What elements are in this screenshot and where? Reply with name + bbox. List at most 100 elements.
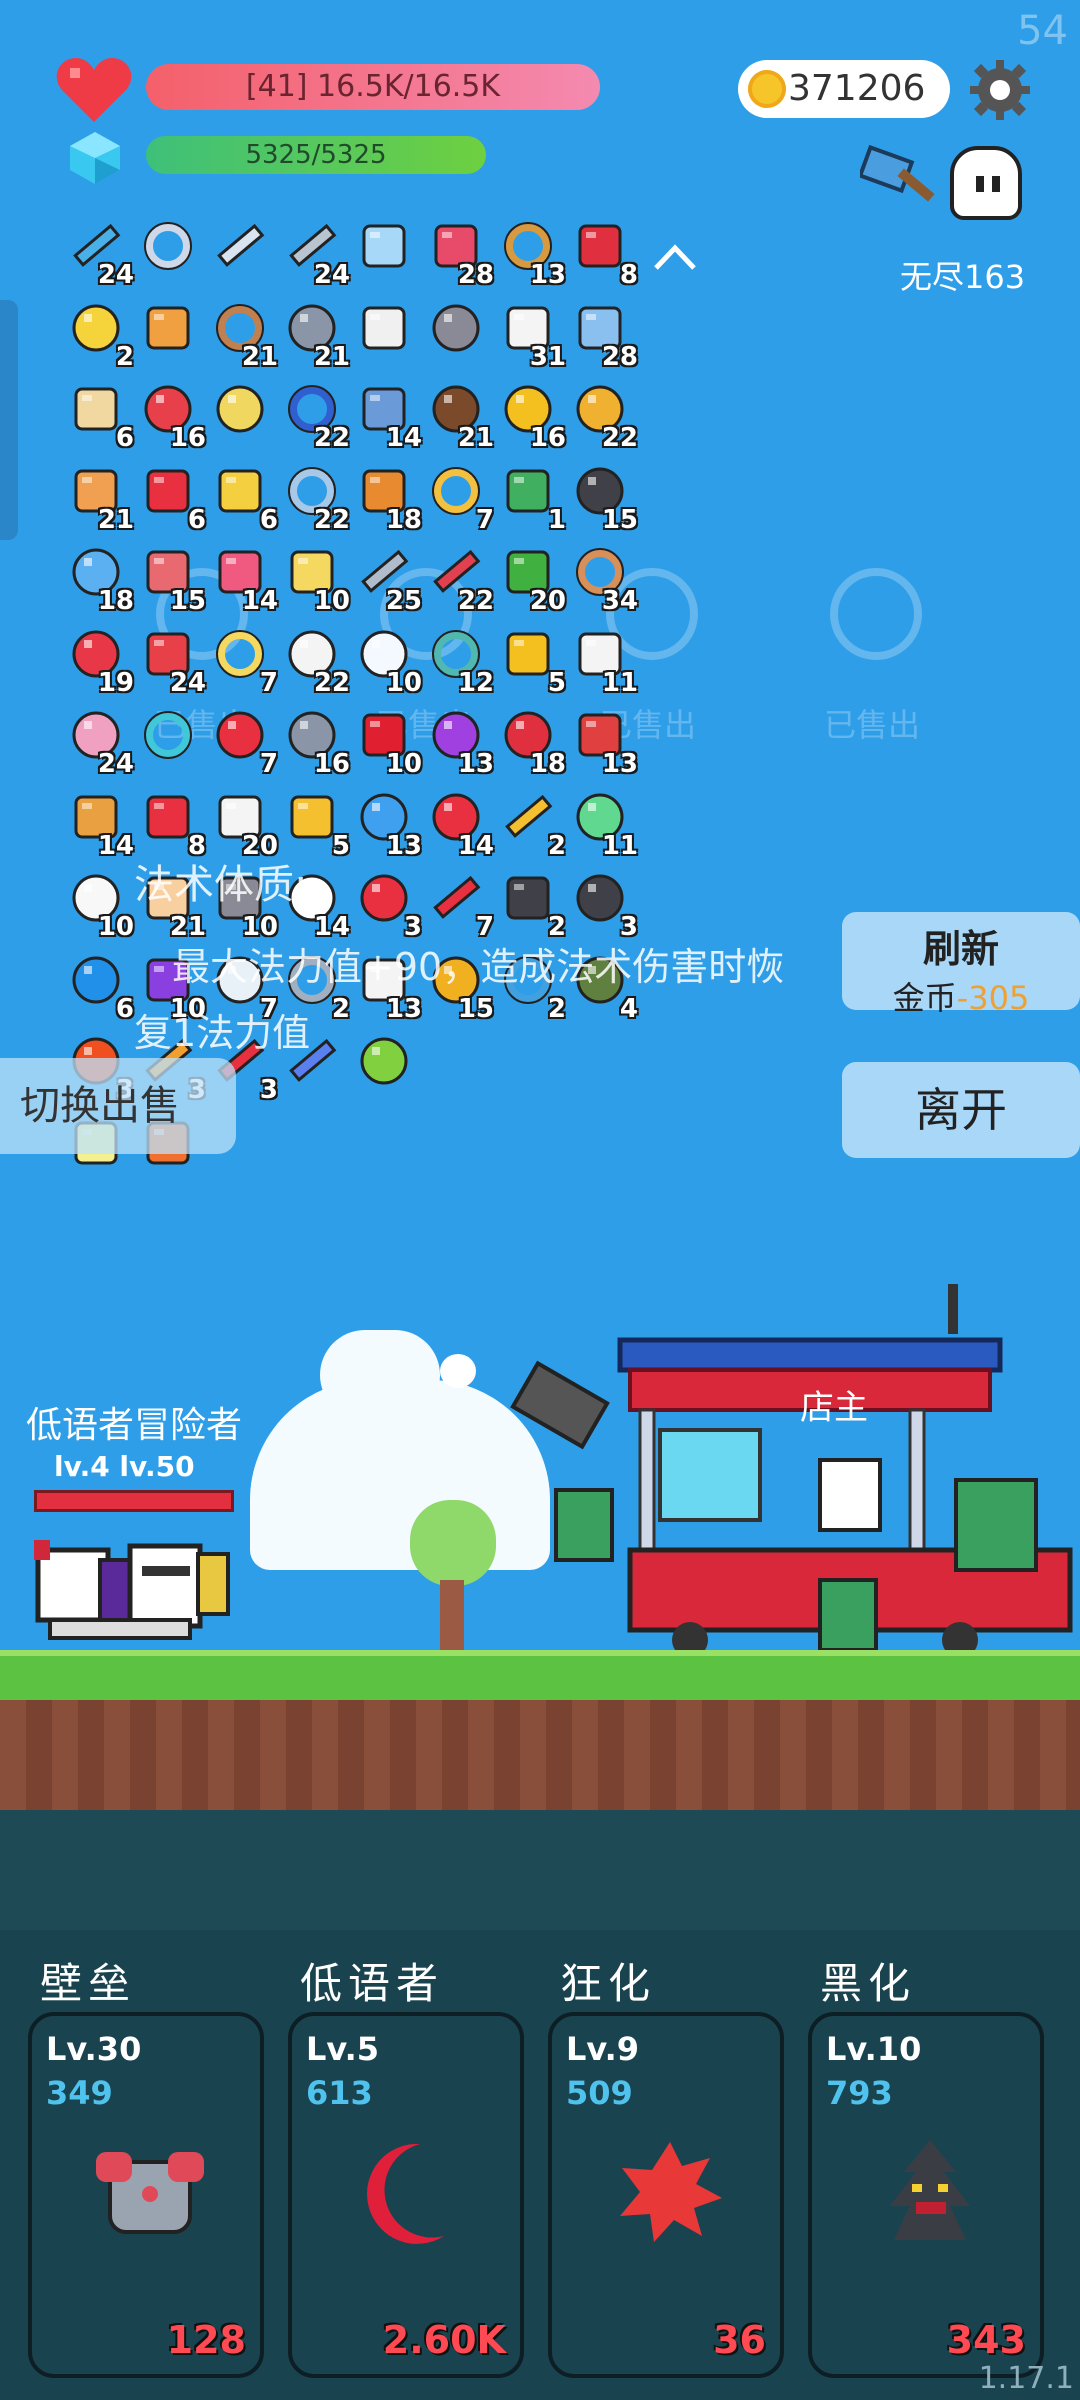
item-count: 16 bbox=[169, 423, 206, 453]
inventory-slot[interactable]: 16 bbox=[276, 701, 350, 779]
inventory-slot[interactable]: 6 bbox=[132, 457, 206, 535]
inventory-slot[interactable]: 22 bbox=[276, 457, 350, 535]
inventory-slot[interactable]: 21 bbox=[276, 294, 350, 372]
inventory-slot[interactable] bbox=[348, 294, 420, 366]
inventory-slot[interactable] bbox=[348, 212, 420, 284]
ground-dirt bbox=[0, 1700, 1080, 1810]
inventory-slot[interactable]: 1 bbox=[492, 457, 566, 535]
inventory-slot[interactable] bbox=[204, 212, 276, 284]
inventory-slot[interactable]: 11 bbox=[564, 783, 638, 861]
skill-upgrade-cost: 2.60K bbox=[382, 2318, 506, 2362]
leave-button[interactable]: 离开 bbox=[842, 1062, 1080, 1158]
inventory-slot[interactable]: 16 bbox=[132, 375, 206, 453]
item-count: 28 bbox=[601, 341, 638, 372]
skill-value: 613 bbox=[306, 2074, 373, 2112]
inventory-slot[interactable]: 2 bbox=[492, 783, 566, 861]
inventory-slot[interactable]: 21 bbox=[420, 375, 494, 453]
inventory-slot[interactable]: 34 bbox=[564, 538, 638, 616]
inventory-slot[interactable]: 22 bbox=[564, 375, 638, 453]
inventory-slot[interactable]: 28 bbox=[420, 212, 494, 290]
viking-helmet-icon bbox=[432, 304, 480, 351]
refresh-button[interactable]: 刷新 金币-305 bbox=[842, 912, 1080, 1017]
item-count: 22 bbox=[313, 667, 350, 698]
inventory-slot[interactable]: 10 bbox=[60, 864, 134, 942]
inventory-slot[interactable]: 22 bbox=[420, 538, 494, 616]
inventory-slot[interactable]: 6 bbox=[60, 946, 134, 1024]
item-count: 13 bbox=[529, 260, 566, 290]
inventory-slot[interactable]: 3 bbox=[348, 864, 422, 942]
inventory-slot[interactable]: 8 bbox=[564, 212, 638, 290]
inventory-slot[interactable]: 10 bbox=[348, 701, 422, 779]
inventory-slot[interactable]: 24 bbox=[60, 212, 134, 290]
party-hp-bar bbox=[34, 1490, 234, 1512]
skill-card[interactable]: Lv.5 613 2.60K bbox=[288, 2012, 524, 2378]
inventory-slot[interactable]: 8 bbox=[132, 783, 206, 861]
inventory-slot[interactable]: 11 bbox=[564, 620, 638, 698]
inventory-slot[interactable]: 21 bbox=[60, 457, 134, 535]
item-count: 24 bbox=[97, 260, 134, 290]
inventory-slot[interactable]: 14 bbox=[348, 375, 422, 453]
skill-card[interactable]: Lv.30 349 128 bbox=[28, 2012, 264, 2378]
inventory-slot[interactable]: 18 bbox=[60, 538, 134, 616]
inventory-slot[interactable]: 5 bbox=[492, 620, 566, 698]
item-count: 10 bbox=[313, 586, 350, 616]
inventory-slot[interactable]: 16 bbox=[492, 375, 566, 453]
inventory-slot[interactable]: 18 bbox=[348, 457, 422, 535]
inventory-slot[interactable]: 10 bbox=[348, 620, 422, 698]
inventory-slot[interactable]: 7 bbox=[420, 864, 494, 942]
inventory-slot[interactable]: 5 bbox=[276, 783, 350, 861]
inventory-slot[interactable]: 14 bbox=[60, 783, 134, 861]
inventory-slot[interactable]: 13 bbox=[348, 783, 422, 861]
hook-icon bbox=[144, 222, 192, 270]
item-count: 24 bbox=[97, 749, 134, 779]
item-count: 18 bbox=[97, 586, 134, 616]
inventory-slot[interactable]: 21 bbox=[204, 294, 278, 372]
tooltip-body-2: 复1法力值 bbox=[134, 1011, 311, 1055]
inventory-slot[interactable]: 22 bbox=[276, 620, 350, 698]
inventory-slot[interactable]: 13 bbox=[420, 701, 494, 779]
inventory-slot[interactable] bbox=[132, 294, 204, 366]
inventory-slot[interactable]: 2 bbox=[492, 864, 566, 942]
inventory-slot[interactable]: 24 bbox=[132, 620, 206, 698]
skill-card[interactable]: Lv.9 509 36 bbox=[548, 2012, 784, 2378]
inventory-slot[interactable]: 15 bbox=[132, 538, 206, 616]
inventory-slot[interactable]: 20 bbox=[204, 783, 278, 861]
inventory-slot[interactable]: 22 bbox=[276, 375, 350, 453]
inventory-slot[interactable]: 7 bbox=[204, 620, 278, 698]
inventory-slot[interactable]: 6 bbox=[204, 457, 278, 535]
skill-title: 黑化 bbox=[820, 1959, 917, 2008]
inventory-slot[interactable]: 24 bbox=[276, 212, 350, 290]
inventory-slot[interactable]: 7 bbox=[420, 457, 494, 535]
inventory-slot[interactable]: 28 bbox=[564, 294, 638, 372]
inventory-slot[interactable]: 3 bbox=[564, 864, 638, 942]
inventory-slot[interactable] bbox=[204, 375, 276, 447]
inventory-slot[interactable]: 10 bbox=[276, 538, 350, 616]
inventory-slot[interactable]: 24 bbox=[60, 701, 134, 779]
chevron-up-icon[interactable] bbox=[650, 236, 700, 276]
item-count: 15 bbox=[169, 586, 206, 616]
inventory-slot[interactable] bbox=[132, 701, 204, 773]
inventory-slot[interactable]: 6 bbox=[60, 375, 134, 453]
inventory-slot[interactable] bbox=[132, 212, 204, 284]
inventory-slot[interactable]: 14 bbox=[204, 538, 278, 616]
inventory-slot[interactable]: 20 bbox=[492, 538, 566, 616]
inventory-slot[interactable]: 7 bbox=[204, 701, 278, 779]
inventory-slot[interactable]: 15 bbox=[564, 457, 638, 535]
item-count: 16 bbox=[313, 749, 350, 779]
inventory-slot[interactable]: 19 bbox=[60, 620, 134, 698]
inventory-slot[interactable] bbox=[420, 294, 492, 366]
refresh-label: 刷新 bbox=[922, 927, 999, 971]
cloud-decoration bbox=[440, 1354, 476, 1388]
inventory-slot[interactable]: 13 bbox=[492, 212, 566, 290]
inventory-slot[interactable]: 12 bbox=[420, 620, 494, 698]
inventory-slot[interactable]: 18 bbox=[492, 701, 566, 779]
item-count: 25 bbox=[385, 586, 422, 616]
inventory-slot[interactable]: 13 bbox=[564, 701, 638, 779]
inventory-slot[interactable]: 25 bbox=[348, 538, 422, 616]
inventory-slot[interactable]: 2 bbox=[60, 294, 134, 372]
switch-sell-button[interactable]: 切换出售 bbox=[0, 1058, 236, 1154]
inventory-slot[interactable] bbox=[348, 1027, 420, 1099]
inventory-slot[interactable]: 31 bbox=[492, 294, 566, 372]
inventory-slot[interactable]: 14 bbox=[420, 783, 494, 861]
skill-card[interactable]: Lv.10 793 343 bbox=[808, 2012, 1044, 2378]
